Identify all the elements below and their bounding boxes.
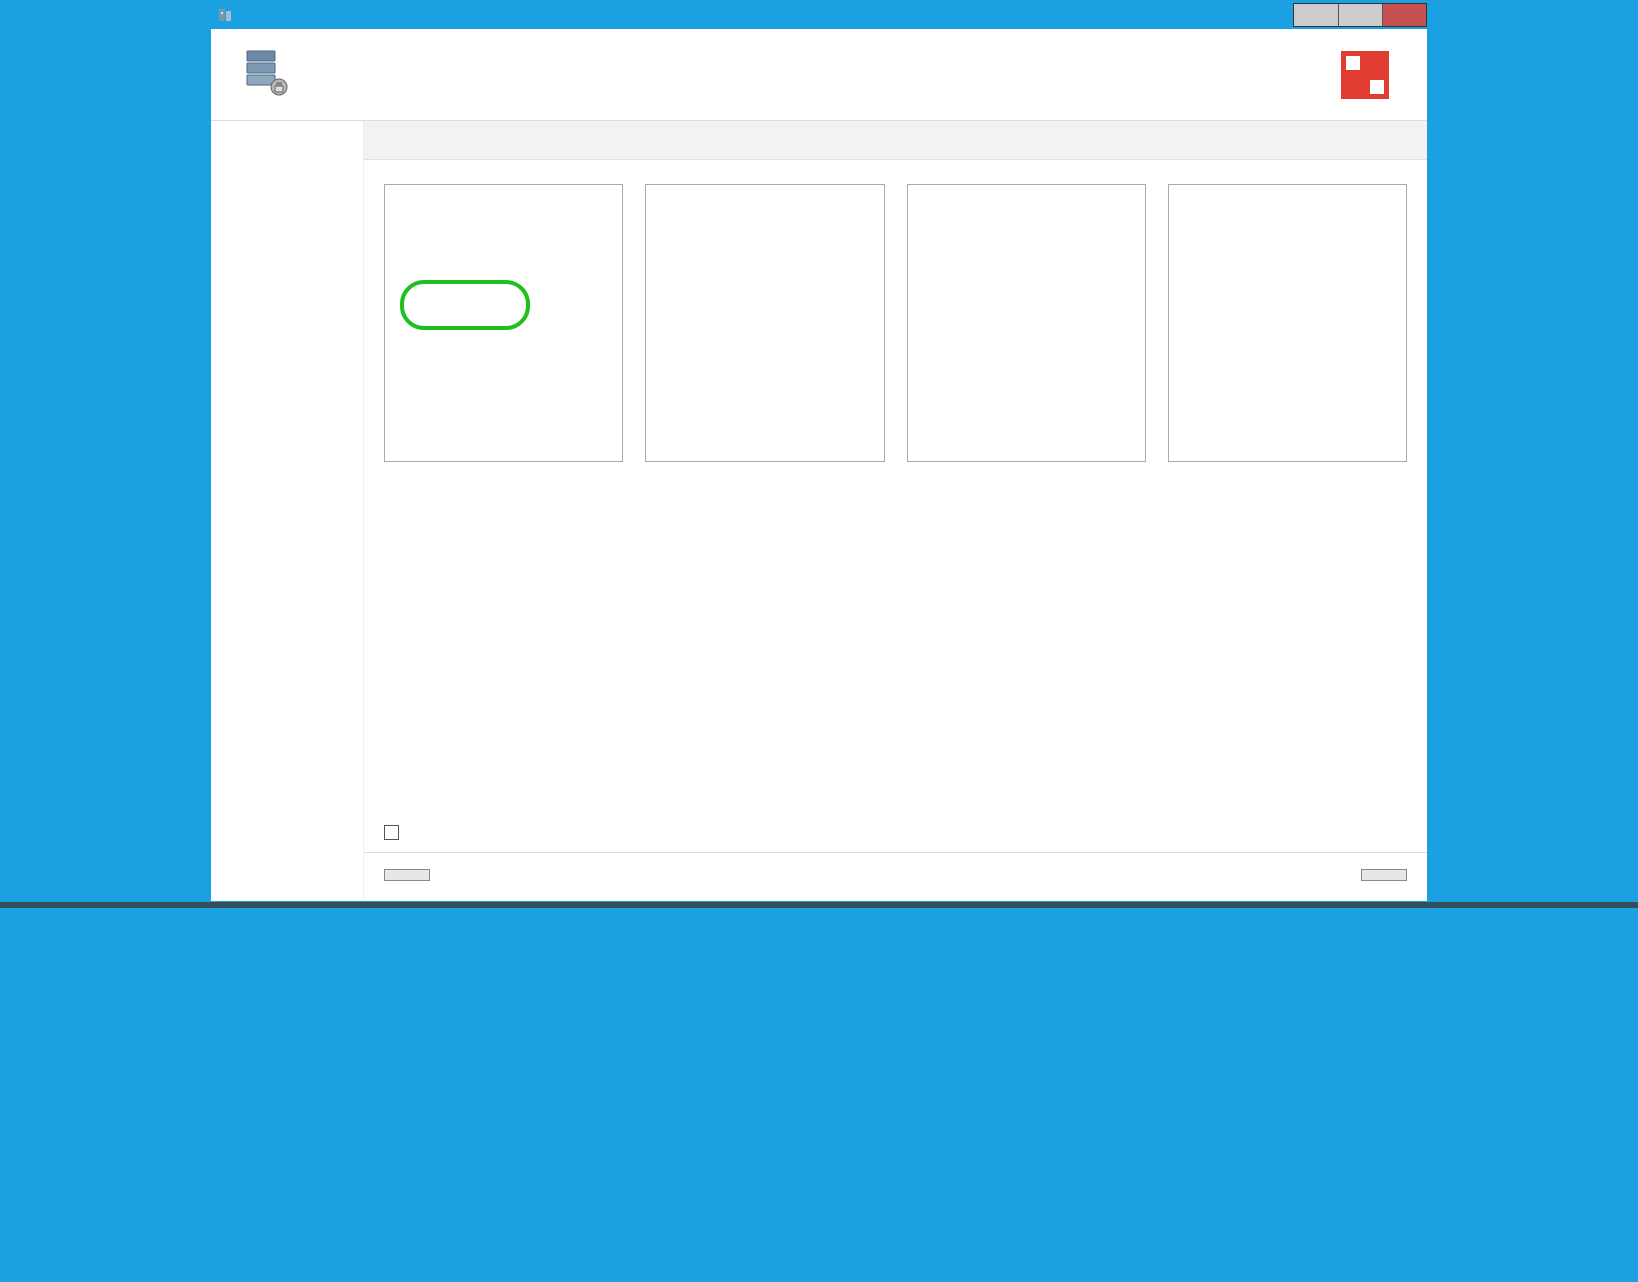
- best-practices-button[interactable]: [384, 869, 430, 881]
- maximize-button[interactable]: [1338, 4, 1382, 26]
- brand-logo: [1341, 51, 1399, 99]
- client-side-row: [364, 813, 1427, 852]
- nartac-icon: [1341, 51, 1389, 99]
- protocols-group: [384, 176, 623, 813]
- ciphers-group: [645, 176, 884, 813]
- app-header: [211, 29, 1427, 121]
- sidebar: [211, 121, 363, 901]
- set-client-side-protocols-checkbox[interactable]: [384, 823, 1407, 842]
- pane-body: [364, 160, 1427, 813]
- key-exchanges-group: [1168, 176, 1407, 813]
- protocols-listbox: [384, 184, 623, 462]
- ciphers-listbox: [645, 184, 884, 462]
- key-exchanges-listbox: [1168, 184, 1407, 462]
- close-button[interactable]: [1382, 4, 1426, 26]
- hashes-listbox: [907, 184, 1146, 462]
- minimize-button[interactable]: [1294, 4, 1338, 26]
- hashes-group: [907, 176, 1146, 813]
- client-side-checkbox-input[interactable]: [384, 825, 399, 840]
- window-controls: [1293, 3, 1427, 27]
- titlebar: [211, 1, 1427, 29]
- app-icon: [217, 7, 233, 23]
- server-icon: [239, 47, 291, 102]
- pane-header: [364, 121, 1427, 160]
- footer: [364, 852, 1427, 901]
- apply-button[interactable]: [1361, 869, 1407, 881]
